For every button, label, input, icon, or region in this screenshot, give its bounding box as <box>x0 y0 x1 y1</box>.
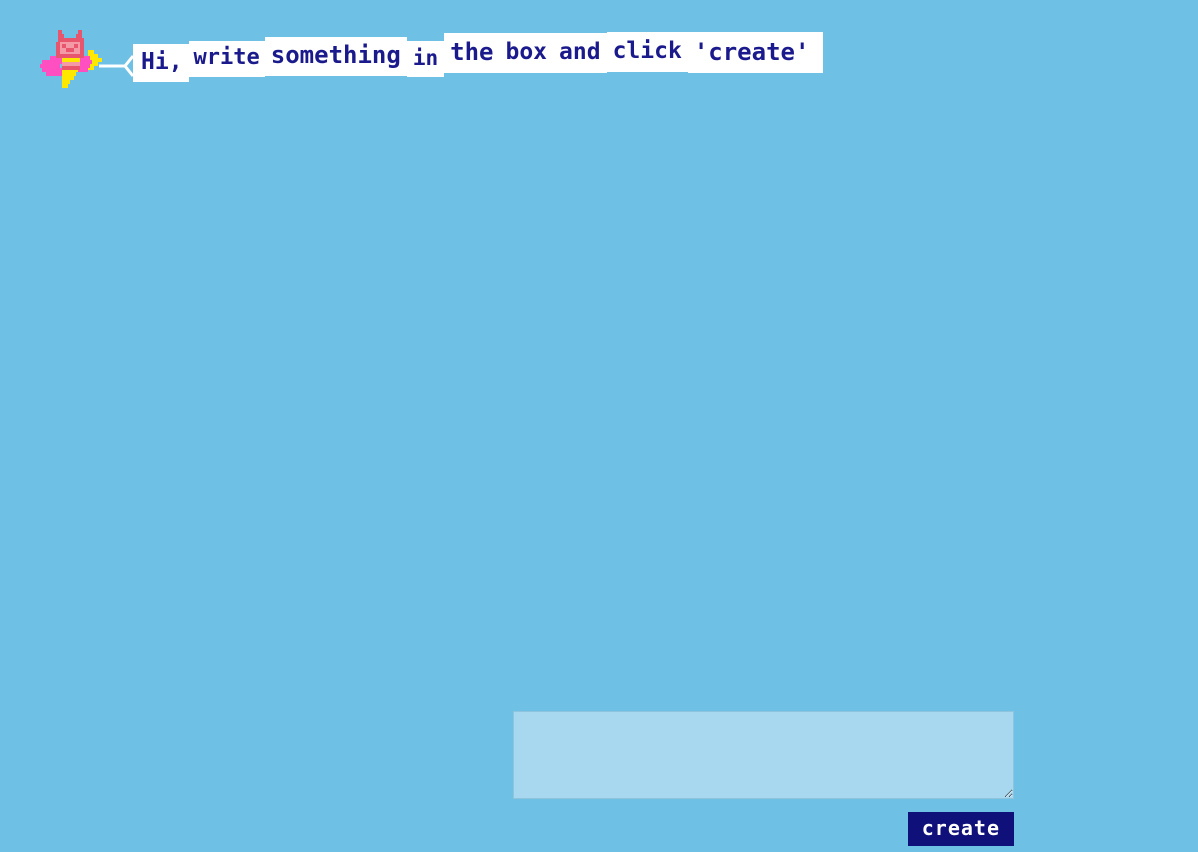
speech-segment: click <box>606 32 688 72</box>
composer: create <box>513 711 1014 846</box>
speech-segment: and <box>553 33 607 73</box>
speech-segment: something <box>264 37 407 76</box>
speech-segment: in <box>406 41 445 77</box>
speech-segment: Hi, <box>133 44 189 82</box>
create-button[interactable]: create <box>907 812 1014 846</box>
composer-button-row: create <box>513 812 1014 846</box>
speech-segment: write <box>188 41 265 77</box>
speech-segment: box <box>499 33 554 73</box>
speech-segment: the <box>444 33 500 73</box>
flying-cat-mascot <box>40 30 104 90</box>
app-root: Hi, write something in the box and click… <box>0 0 1198 852</box>
speech-bubble: Hi, write something in the box and click… <box>133 30 824 86</box>
speech-segment: 'create' <box>687 32 824 73</box>
prompt-input[interactable] <box>513 711 1014 799</box>
flying-cat-sprite-icon <box>40 30 102 88</box>
